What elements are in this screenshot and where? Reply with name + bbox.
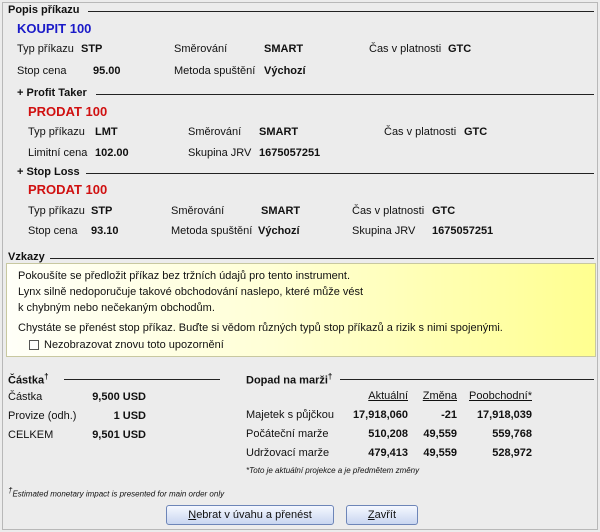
dont-show-again-label[interactable]: Nezobrazovat znovu toto upozornění — [44, 339, 224, 351]
order-type-label: Typ příkazu — [17, 43, 74, 55]
tif-label: Čas v platnosti — [369, 43, 442, 55]
group-label: Skupina JRV — [188, 147, 252, 159]
warning-text: Pokoušíte se předložit příkaz bez tržníc… — [18, 270, 351, 282]
group-label: Skupina JRV — [352, 225, 416, 237]
total-value: 9,501 USD — [92, 429, 146, 441]
trigger-method-label: Metoda spuštění — [171, 225, 253, 237]
stop-price-value: 95.00 — [93, 65, 121, 77]
profit-taker-action: PRODAT 100 — [28, 104, 108, 119]
divider — [64, 379, 220, 380]
stop-loss-header[interactable]: + Stop Loss — [17, 166, 80, 178]
margin-change: 49,559 — [423, 447, 457, 459]
divider — [86, 173, 594, 174]
warning-text: Lynx silně nedoporučuje takové obchodová… — [18, 286, 364, 298]
routing-label: Směrování — [188, 126, 242, 138]
amount-label: Částka — [8, 391, 43, 403]
section-title-order-description: Popis příkazu — [8, 4, 80, 16]
transmit-button[interactable]: Nebrat v úvahu a přenést — [166, 505, 334, 525]
margin-post: 559,768 — [492, 428, 532, 440]
margin-row-label: Počáteční marže — [246, 428, 329, 440]
order-type-value: LMT — [95, 126, 118, 138]
routing-label: Směrování — [171, 205, 225, 217]
margin-change: 49,559 — [423, 428, 457, 440]
commission-label: Provize (odh.) — [8, 410, 77, 422]
limit-price-label: Limitní cena — [28, 147, 88, 159]
stop-price-label: Stop cena — [28, 225, 78, 237]
commission-value: 1 USD — [113, 410, 146, 422]
group-value: 1675057251 — [432, 225, 494, 237]
divider — [96, 94, 594, 95]
col-header-current: Aktuální — [368, 390, 408, 402]
amount-value: 9,500 USD — [92, 391, 146, 403]
routing-label: Směrování — [174, 43, 228, 55]
divider — [340, 379, 594, 380]
stop-price-value: 93.10 — [91, 225, 119, 237]
divider — [50, 258, 594, 259]
margin-note: *Toto je aktuální projekce a je předměte… — [246, 466, 420, 475]
order-type-label: Typ příkazu — [28, 205, 85, 217]
trigger-method-value: Výchozí — [264, 65, 306, 77]
col-header-change: Změna — [422, 390, 457, 402]
total-label: CELKEM — [8, 429, 54, 441]
trigger-method-label: Metoda spuštění — [174, 65, 256, 77]
group-value: 1675057251 — [259, 147, 321, 159]
margin-change: -21 — [441, 409, 457, 421]
margin-current: 17,918,060 — [352, 409, 408, 421]
order-type-value: STP — [91, 205, 113, 217]
profit-taker-header[interactable]: + Profit Taker — [17, 87, 87, 99]
routing-value: SMART — [264, 43, 304, 55]
tif-value: GTC — [432, 205, 456, 217]
routing-value: SMART — [259, 126, 299, 138]
main-order-action: KOUPIT 100 — [17, 21, 92, 36]
close-button[interactable]: Zavřít — [346, 505, 418, 525]
order-type-value: STP — [81, 43, 103, 55]
divider — [88, 11, 594, 12]
warning-text: Chystáte se přenést stop příkaz. Buďte s… — [18, 322, 503, 334]
section-title-amount: Částka† — [8, 372, 49, 387]
stop-price-label: Stop cena — [17, 65, 67, 77]
section-title-messages: Vzkazy — [8, 251, 45, 263]
limit-price-value: 102.00 — [95, 147, 129, 159]
routing-value: SMART — [261, 205, 301, 217]
margin-row-label: Majetek s půjčkou — [246, 409, 335, 421]
margin-post: 17,918,039 — [476, 409, 532, 421]
section-title-margin-impact: Dopad na marži† — [246, 372, 333, 387]
order-type-label: Typ příkazu — [28, 126, 85, 138]
tif-label: Čas v platnosti — [384, 126, 457, 138]
footnote: †Estimated monetary impact is presented … — [8, 486, 225, 499]
dont-show-again-checkbox[interactable] — [29, 340, 39, 350]
warning-text: k chybným nebo nečekaným obchodům. — [18, 302, 215, 314]
margin-current: 479,413 — [368, 447, 408, 459]
trigger-method-value: Výchozí — [258, 225, 300, 237]
margin-post: 528,972 — [492, 447, 532, 459]
margin-current: 510,208 — [368, 428, 408, 440]
col-header-post: Poobchodní* — [469, 390, 532, 402]
margin-row-label: Udržovací marže — [246, 447, 330, 459]
tif-label: Čas v platnosti — [352, 205, 425, 217]
tif-value: GTC — [448, 43, 472, 55]
tif-value: GTC — [464, 126, 488, 138]
stop-loss-action: PRODAT 100 — [28, 182, 108, 197]
